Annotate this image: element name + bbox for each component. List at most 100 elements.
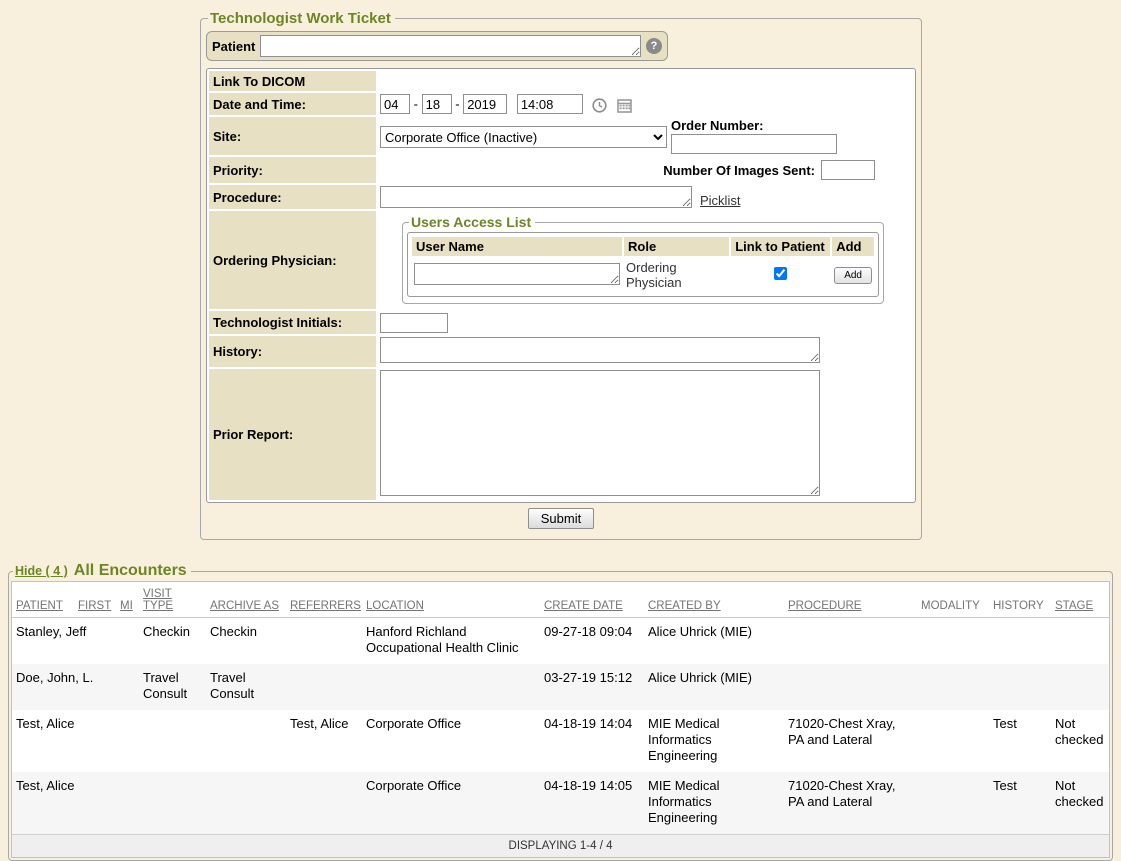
cell-stage [1051, 664, 1109, 710]
col-header-mi[interactable]: MI [116, 582, 139, 618]
col-header-procedure[interactable]: PROCEDURE [784, 582, 917, 618]
col-header-referrers[interactable]: REFERRERS [286, 582, 362, 618]
all-encounters-title: All Encounters [74, 562, 187, 580]
cell-location: Corporate Office [362, 710, 540, 772]
tech-initials-input[interactable] [380, 313, 448, 333]
images-sent-input[interactable] [821, 160, 875, 180]
cell-created-by: MIE Medical Informatics Engineering [644, 710, 784, 772]
calendar-icon[interactable] [617, 97, 632, 113]
site-select[interactable]: Corporate Office (Inactive) [380, 126, 667, 148]
date-day-input[interactable] [422, 94, 452, 114]
cell-patient: Doe, John, L. [12, 664, 74, 710]
link-to-dicom-label: Link To DICOM [209, 71, 376, 91]
cell-location: Corporate Office [362, 772, 540, 834]
order-number-input[interactable] [671, 134, 837, 154]
col-header-modality: MODALITY [917, 582, 989, 618]
encounter-row[interactable]: Test, Alice Test, Alice Corporate Office… [12, 710, 1109, 772]
cell-history [989, 618, 1051, 665]
time-input[interactable] [517, 94, 583, 114]
images-sent-label: Number Of Images Sent: [663, 163, 815, 178]
col-header-create-date[interactable]: CREATE DATE [540, 582, 644, 618]
cell-first [74, 772, 116, 834]
cell-created-by: MIE Medical Informatics Engineering [644, 772, 784, 834]
ual-header-user-name: User Name [412, 237, 622, 256]
cell-created-by: Alice Uhrick (MIE) [644, 664, 784, 710]
cell-modality [917, 664, 989, 710]
ordering-physician-label: Ordering Physician: [209, 211, 376, 309]
history-input[interactable] [380, 337, 820, 363]
hide-encounters-link[interactable]: Hide ( 4 ) [15, 564, 68, 578]
help-icon[interactable]: ? [646, 38, 662, 54]
date-separator: - [455, 97, 459, 112]
cell-mi [116, 664, 139, 710]
cell-referrers [286, 664, 362, 710]
work-ticket-title: Technologist Work Ticket [208, 10, 395, 27]
col-header-created-by[interactable]: CREATED BY [644, 582, 784, 618]
cell-modality [917, 772, 989, 834]
cell-archive-as [206, 772, 286, 834]
cell-create-date: 04-18-19 14:04 [540, 710, 644, 772]
encounters-table-box: PATIENT FIRST MI VISIT TYPE ARCHIVE AS R… [11, 581, 1110, 858]
cell-location: Hanford Richland Occupational Health Cli… [362, 618, 540, 665]
cell-modality [917, 618, 989, 665]
cell-location [362, 664, 540, 710]
priority-label: Priority: [209, 157, 376, 183]
ual-header-role: Role [624, 237, 729, 256]
patient-input[interactable] [260, 35, 641, 57]
cell-procedure: 71020-Chest Xray, PA and Lateral [784, 710, 917, 772]
col-header-stage[interactable]: STAGE [1051, 582, 1109, 618]
ual-header-add: Add [832, 237, 874, 256]
cell-history [989, 664, 1051, 710]
patient-label: Patient [212, 39, 255, 54]
cell-stage: Not checked [1051, 772, 1109, 834]
encounter-row[interactable]: Test, Alice Corporate Office 04-18-19 14… [12, 772, 1109, 834]
ual-header-link-to-patient: Link to Patient [731, 237, 830, 256]
cell-referrers [286, 772, 362, 834]
history-label: History: [209, 336, 376, 367]
date-year-input[interactable] [463, 94, 507, 114]
role-value: Ordering Physician [626, 260, 682, 290]
prior-report-input[interactable] [380, 370, 820, 496]
users-access-list-box: User Name Role Link to Patient Add Order… [407, 232, 879, 297]
cell-mi [116, 618, 139, 665]
prior-report-label: Prior Report: [209, 369, 376, 500]
col-header-first[interactable]: FIRST [74, 582, 116, 618]
cell-patient: Test, Alice [12, 710, 74, 772]
clock-icon[interactable] [592, 97, 607, 113]
site-label: Site: [209, 117, 376, 155]
col-header-patient[interactable]: PATIENT [12, 582, 74, 618]
user-name-input[interactable] [414, 263, 620, 285]
all-encounters-panel: Hide ( 4 ) All Encounters PATIENT FIRST … [8, 562, 1113, 861]
cell-stage [1051, 618, 1109, 665]
date-separator: - [414, 97, 418, 112]
users-access-list-panel: Users Access List User Name Role Link to… [402, 214, 884, 304]
work-ticket-form: Link To DICOM Date and Time: - - [206, 68, 916, 503]
col-header-visit-type[interactable]: VISIT TYPE [139, 582, 206, 618]
cell-visit-type: Checkin [139, 618, 206, 665]
cell-mi [116, 772, 139, 834]
col-header-archive-as[interactable]: ARCHIVE AS [206, 582, 286, 618]
cell-referrers: Test, Alice [286, 710, 362, 772]
order-number-label: Order Number: [671, 118, 763, 133]
encounters-header-row: PATIENT FIRST MI VISIT TYPE ARCHIVE AS R… [12, 582, 1109, 618]
encounter-row[interactable]: Doe, John, L. Travel Consult Travel Cons… [12, 664, 1109, 710]
submit-button[interactable]: Submit [528, 508, 594, 529]
procedure-label: Procedure: [209, 185, 376, 209]
encounter-row[interactable]: Stanley, Jeff Checkin Checkin Hanford Ri… [12, 618, 1109, 665]
picklist-link[interactable]: Picklist [700, 193, 740, 208]
cell-history: Test [989, 710, 1051, 772]
link-to-patient-checkbox[interactable] [774, 267, 787, 280]
col-header-location[interactable]: LOCATION [362, 582, 540, 618]
cell-procedure [784, 664, 917, 710]
cell-first [74, 710, 116, 772]
cell-visit-type [139, 772, 206, 834]
cell-created-by: Alice Uhrick (MIE) [644, 618, 784, 665]
add-user-button[interactable]: Add [834, 267, 872, 284]
cell-mi [116, 710, 139, 772]
cell-archive-as: Travel Consult [206, 664, 286, 710]
procedure-input[interactable] [380, 186, 692, 208]
work-ticket-panel: Technologist Work Ticket Patient ? Link … [200, 10, 922, 540]
date-month-input[interactable] [380, 94, 410, 114]
cell-referrers [286, 618, 362, 665]
cell-procedure [784, 618, 917, 665]
